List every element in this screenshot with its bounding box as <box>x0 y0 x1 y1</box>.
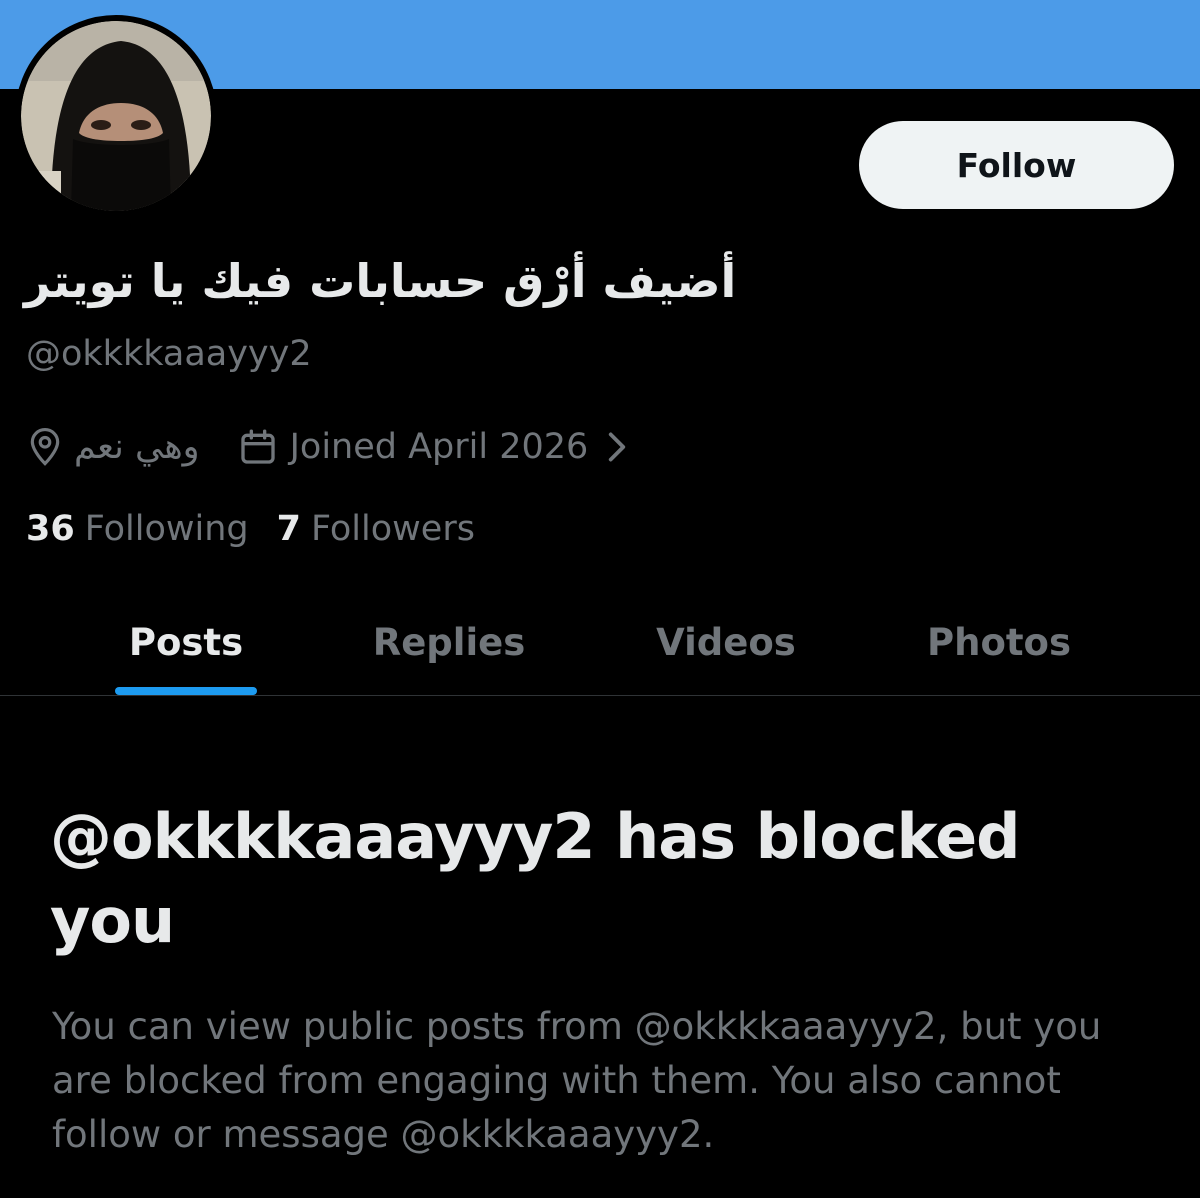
blocked-title: @okkkkaaayyy2 has blocked you <box>50 800 1021 957</box>
tab-videos[interactable]: Videos <box>640 590 812 695</box>
following-link[interactable]: 36 Following <box>26 509 249 549</box>
tab-posts[interactable]: Posts <box>115 590 257 695</box>
followers-link[interactable]: 7 Followers <box>277 509 475 549</box>
blocked-message: You can view public posts from @okkkkaaa… <box>52 1005 1102 1156</box>
profile-display-name: أضيف أرْق حسابات فيك يا تويتر <box>24 254 737 308</box>
profile-tabs: Posts Replies Videos Photos <box>0 590 1200 696</box>
profile-joined[interactable]: Joined April 2026 <box>238 427 629 467</box>
avatar-image <box>21 21 211 211</box>
profile-location-text: وهي نعم <box>74 427 200 467</box>
chevron-right-icon[interactable] <box>606 431 628 463</box>
tab-photos[interactable]: Photos <box>910 590 1088 695</box>
profile-counts-row: 36 Following 7 Followers <box>26 504 503 554</box>
following-count: 36 <box>26 509 75 549</box>
location-pin-icon <box>26 426 64 468</box>
profile-joined-text: Joined April 2026 <box>289 427 589 467</box>
follow-button[interactable]: Follow <box>859 121 1174 209</box>
profile-location: وهي نعم <box>26 426 238 468</box>
active-tab-indicator <box>115 687 257 695</box>
profile-handle: @okkkkaaayyy2 <box>26 334 312 374</box>
profile-meta-row: وهي نعم Joined April 2026 <box>26 420 628 474</box>
tab-replies[interactable]: Replies <box>350 590 548 695</box>
following-label: Following <box>84 509 249 549</box>
followers-count: 7 <box>276 509 301 549</box>
followers-label: Followers <box>311 509 475 549</box>
avatar[interactable] <box>15 15 217 217</box>
calendar-icon <box>238 427 278 467</box>
